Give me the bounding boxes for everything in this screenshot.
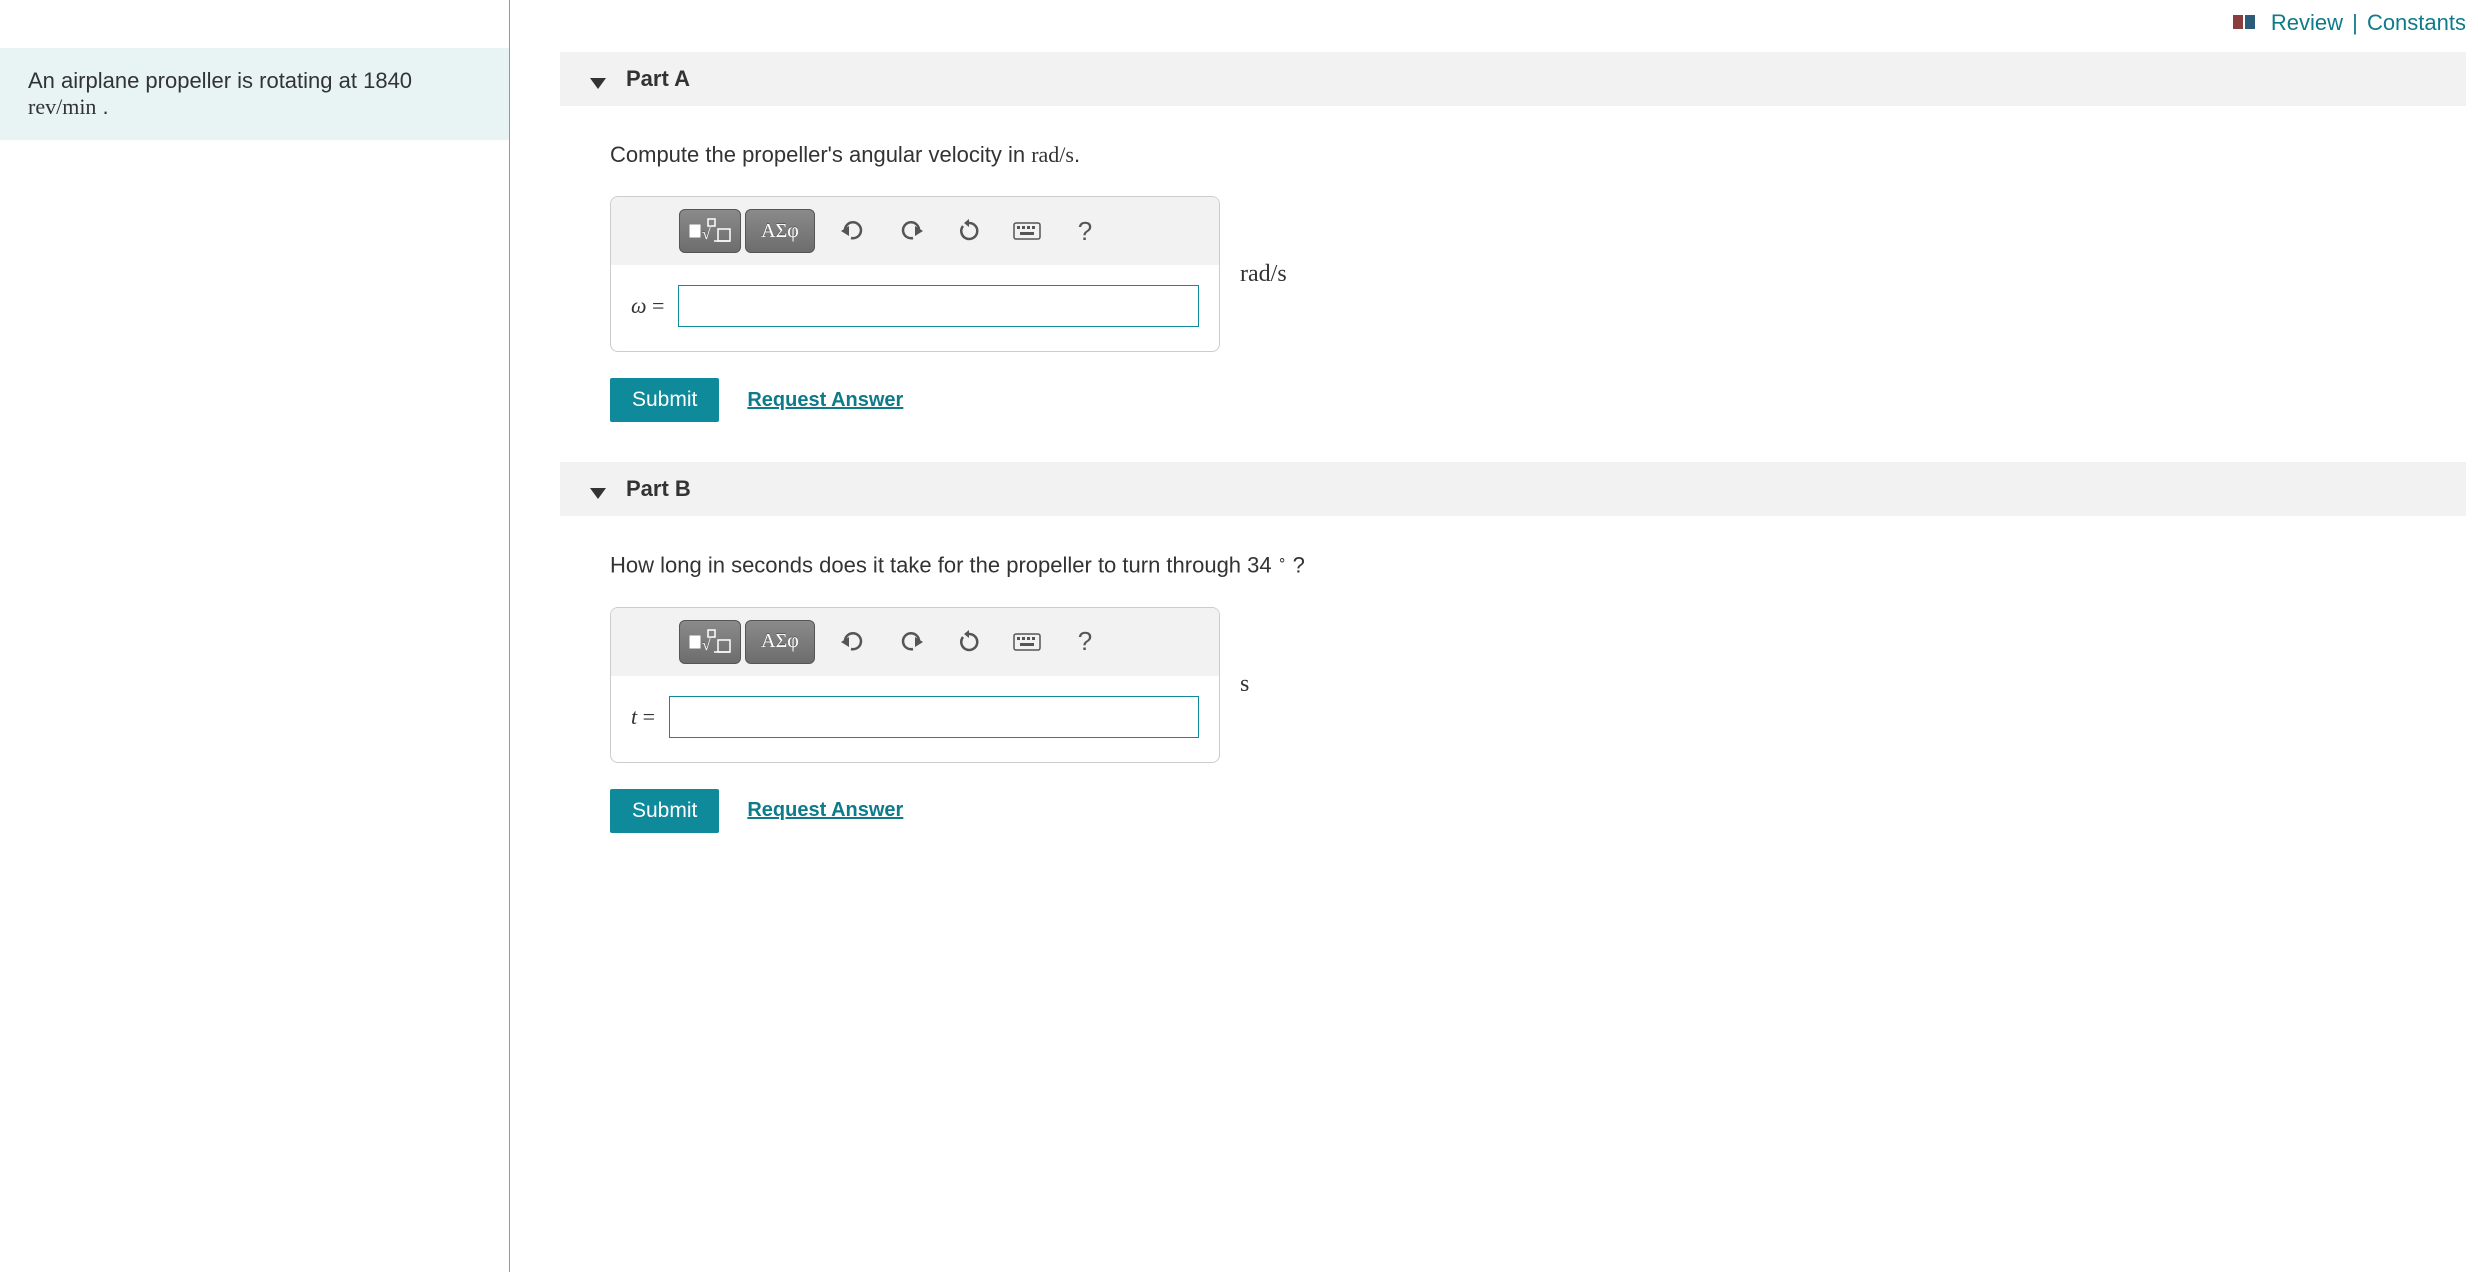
math-templates-button[interactable]: √ bbox=[679, 620, 741, 664]
math-templates-button[interactable]: √ bbox=[679, 209, 741, 253]
part-b-variable: t = bbox=[631, 704, 655, 730]
keyboard-icon[interactable] bbox=[1007, 211, 1047, 251]
part-b-actions: Submit Request Answer bbox=[610, 789, 2466, 833]
answer-panel: Review | Constants Part A Compute the pr… bbox=[510, 0, 2478, 1272]
degree-symbol: ∘ bbox=[1278, 553, 1287, 568]
part-a-submit-button[interactable]: Submit bbox=[610, 378, 719, 422]
part-b-body: How long in seconds does it take for the… bbox=[510, 516, 2466, 872]
svg-text:√: √ bbox=[702, 226, 711, 243]
reset-icon[interactable] bbox=[949, 211, 989, 251]
constants-link[interactable]: Constants bbox=[2367, 10, 2466, 35]
problem-value: 1840 bbox=[363, 68, 412, 93]
part-a-prompt: Compute the propeller's angular velocity… bbox=[610, 142, 2466, 168]
part-a-prompt-prefix: Compute the propeller's angular velocity… bbox=[610, 142, 1031, 167]
part-b-request-answer-link[interactable]: Request Answer bbox=[747, 799, 903, 822]
part-b-unit: s bbox=[1240, 671, 1249, 698]
top-links: Review | Constants bbox=[510, 0, 2466, 52]
part-a-unit: rad/s bbox=[1240, 261, 1287, 288]
problem-text-prefix: An airplane propeller is rotating at bbox=[28, 68, 363, 93]
part-b-answer-row: t = bbox=[611, 676, 1219, 762]
part-a-answer-box: √ ΑΣφ bbox=[610, 196, 1220, 352]
help-icon[interactable]: ? bbox=[1065, 211, 1105, 251]
help-icon[interactable]: ? bbox=[1065, 622, 1105, 662]
part-b-prompt-prefix: How long in seconds does it take for the… bbox=[610, 553, 1247, 578]
part-a-input[interactable] bbox=[678, 285, 1199, 327]
part-a-actions: Submit Request Answer bbox=[610, 378, 2466, 422]
problem-panel: An airplane propeller is rotating at 184… bbox=[0, 0, 510, 1272]
part-a-prompt-suffix: . bbox=[1074, 142, 1080, 167]
review-link[interactable]: Review bbox=[2271, 10, 2343, 35]
reset-icon[interactable] bbox=[949, 622, 989, 662]
link-separator: | bbox=[2352, 10, 2358, 35]
part-b-prompt-suffix: ? bbox=[1293, 553, 1305, 578]
part-a-toolbar: √ ΑΣφ bbox=[611, 197, 1219, 265]
part-a-request-answer-link[interactable]: Request Answer bbox=[747, 389, 903, 412]
part-b-submit-button[interactable]: Submit bbox=[610, 789, 719, 833]
part-a-answer-row: ω = bbox=[611, 265, 1219, 351]
greek-letters-button[interactable]: ΑΣφ bbox=[745, 209, 815, 253]
book-icon bbox=[2233, 11, 2257, 37]
part-a-prompt-unit: rad/s bbox=[1031, 142, 1074, 167]
part-a-variable: ω = bbox=[631, 293, 664, 319]
part-b-toolbar: √ ΑΣφ bbox=[611, 608, 1219, 676]
redo-icon[interactable] bbox=[891, 211, 931, 251]
redo-icon[interactable] bbox=[891, 622, 931, 662]
undo-icon[interactable] bbox=[833, 622, 873, 662]
chevron-down-icon bbox=[590, 480, 606, 506]
part-a-body: Compute the propeller's angular velocity… bbox=[510, 106, 2466, 462]
part-a-title: Part A bbox=[626, 66, 690, 91]
part-b-angle: 34 bbox=[1247, 553, 1271, 578]
part-b-prompt: How long in seconds does it take for the… bbox=[610, 552, 2466, 578]
keyboard-icon[interactable] bbox=[1007, 622, 1047, 662]
problem-unit: rev/min bbox=[28, 94, 96, 119]
chevron-down-icon bbox=[590, 70, 606, 96]
part-b-title: Part B bbox=[626, 476, 691, 501]
problem-statement: An airplane propeller is rotating at 184… bbox=[0, 48, 509, 140]
problem-text-suffix: . bbox=[96, 94, 108, 119]
part-b-header[interactable]: Part B bbox=[560, 462, 2466, 516]
svg-text:√: √ bbox=[702, 637, 711, 654]
part-b-input[interactable] bbox=[669, 696, 1199, 738]
part-b-answer-box: √ ΑΣφ bbox=[610, 607, 1220, 763]
greek-letters-button[interactable]: ΑΣφ bbox=[745, 620, 815, 664]
part-a-header[interactable]: Part A bbox=[560, 52, 2466, 106]
undo-icon[interactable] bbox=[833, 211, 873, 251]
